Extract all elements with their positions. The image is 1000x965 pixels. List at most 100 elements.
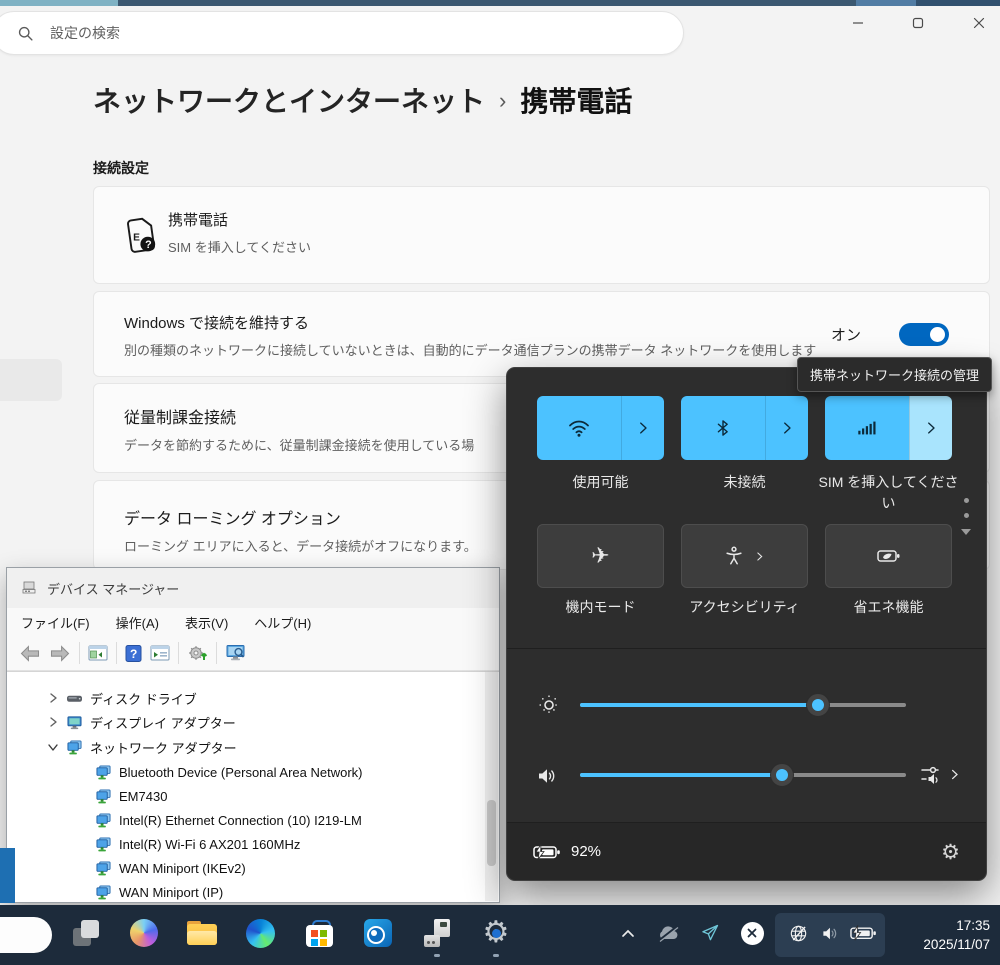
menu-help[interactable]: ヘルプ(H) bbox=[254, 613, 311, 632]
tree-label[interactable]: ディスプレイ アダプター bbox=[90, 713, 236, 732]
tree-label[interactable]: Bluetooth Device (Personal Area Network) bbox=[119, 765, 363, 780]
search-icon bbox=[17, 25, 34, 42]
breadcrumb-parent[interactable]: ネットワークとインターネット bbox=[93, 80, 485, 120]
settings-search-box[interactable] bbox=[0, 11, 684, 55]
audio-output-icon[interactable] bbox=[919, 763, 943, 787]
location-share-icon[interactable] bbox=[692, 915, 728, 951]
edge-icon[interactable] bbox=[242, 915, 278, 951]
tree-label[interactable]: Intel(R) Wi-Fi 6 AX201 160MHz bbox=[119, 837, 300, 852]
keep-connected-toggle[interactable] bbox=[899, 323, 949, 346]
tree-label[interactable]: Intel(R) Ethernet Connection (10) I219-L… bbox=[119, 813, 362, 828]
tree-row[interactable]: Intel(R) Ethernet Connection (10) I219-L… bbox=[95, 808, 362, 832]
cellular-icon bbox=[856, 417, 878, 439]
energy-tile-label: 省エネ機能 bbox=[817, 597, 960, 618]
wifi-expand-button[interactable] bbox=[621, 396, 664, 460]
page-title: 携帯電話 bbox=[520, 80, 632, 120]
network-adapter-icon bbox=[95, 789, 112, 804]
cellular-expand-button[interactable] bbox=[909, 396, 952, 460]
menu-view[interactable]: 表示(V) bbox=[185, 613, 228, 632]
card-cellular-title: 携帯電話 bbox=[168, 209, 311, 230]
device-manager-titlebar[interactable]: デバイス マネージャー bbox=[7, 568, 499, 608]
airplane-mode-tile[interactable]: ✈ bbox=[537, 524, 664, 588]
tree-row[interactable]: WAN Miniport (IKEv2) bbox=[95, 856, 246, 880]
scrollbar-thumb[interactable] bbox=[487, 800, 496, 866]
taskbar-clock[interactable]: 17:35 2025/11/07 bbox=[923, 916, 990, 954]
background-window-edge-teal bbox=[0, 0, 118, 6]
volume-thumb[interactable] bbox=[771, 764, 793, 786]
tree-label[interactable]: WAN Miniport (IKEv2) bbox=[119, 861, 246, 876]
minimize-button[interactable] bbox=[836, 8, 880, 38]
tree-row[interactable]: ディスプレイ アダプター bbox=[47, 710, 236, 734]
expand-icon[interactable] bbox=[47, 716, 59, 728]
divider bbox=[507, 648, 986, 649]
search-input[interactable] bbox=[48, 24, 572, 42]
accessibility-tile[interactable] bbox=[681, 524, 808, 588]
wifi-toggle[interactable] bbox=[537, 396, 621, 460]
airplane-tile-label: 機内モード bbox=[529, 597, 672, 618]
chevron-right-icon bbox=[753, 550, 766, 563]
tree-label[interactable]: EM7430 bbox=[119, 789, 167, 804]
scan-hardware-button[interactable] bbox=[225, 644, 247, 662]
back-button[interactable] bbox=[19, 645, 41, 662]
device-manager-taskbar-icon[interactable] bbox=[420, 915, 456, 951]
collapse-icon[interactable] bbox=[47, 741, 59, 753]
svg-text:E: E bbox=[133, 233, 140, 244]
tree-label[interactable]: ディスク ドライブ bbox=[90, 689, 197, 708]
scrollbar[interactable] bbox=[485, 672, 498, 901]
bluetooth-icon bbox=[713, 418, 733, 438]
brightness-thumb[interactable] bbox=[807, 694, 829, 716]
menu-action[interactable]: 操作(A) bbox=[116, 613, 159, 632]
bluetooth-expand-button[interactable] bbox=[765, 396, 808, 460]
menu-file[interactable]: ファイル(F) bbox=[21, 613, 90, 632]
background-window-edge-dark2 bbox=[916, 0, 1000, 6]
brightness-slider[interactable] bbox=[580, 703, 906, 707]
start-search-pill[interactable] bbox=[0, 917, 52, 953]
copilot-icon[interactable] bbox=[126, 915, 162, 951]
expand-panel-chevron-icon[interactable] bbox=[960, 528, 972, 536]
maximize-button[interactable] bbox=[896, 8, 940, 38]
tree-label[interactable]: WAN Miniport (IP) bbox=[119, 885, 223, 900]
wifi-tile-label: 使用可能 bbox=[529, 472, 672, 493]
tray-battery-icon bbox=[845, 915, 881, 951]
outlook-icon[interactable] bbox=[360, 915, 396, 951]
task-view-button[interactable] bbox=[68, 915, 104, 951]
card-cellular[interactable]: E ? 携帯電話 SIM を挿入してください bbox=[93, 186, 990, 284]
tree-row[interactable]: ネットワーク アダプター bbox=[47, 735, 237, 759]
quick-settings-footer: 92% ⚙ bbox=[507, 822, 986, 880]
tree-row[interactable]: Intel(R) Wi-Fi 6 AX201 160MHz bbox=[95, 832, 300, 856]
settings-gear-icon[interactable]: ⚙ bbox=[941, 840, 960, 864]
clock-date: 2025/11/07 bbox=[923, 935, 990, 954]
settings-taskbar-icon[interactable]: ⚙ bbox=[478, 915, 514, 951]
volume-slider[interactable] bbox=[580, 773, 906, 777]
energy-saver-icon bbox=[876, 546, 902, 566]
volume-row bbox=[507, 755, 986, 795]
update-driver-button[interactable] bbox=[187, 644, 208, 662]
expand-icon[interactable] bbox=[47, 692, 59, 704]
show-console-tree-button[interactable] bbox=[88, 645, 108, 662]
background-window-edge-blue bbox=[856, 0, 916, 6]
tree-row[interactable]: ディスク ドライブ bbox=[47, 686, 197, 710]
card-keep-connected-title: Windows で接続を維持する bbox=[124, 312, 816, 333]
energy-saver-tile[interactable] bbox=[825, 524, 952, 588]
tree-row[interactable]: WAN Miniport (IP) bbox=[95, 880, 223, 902]
help-button[interactable]: ? bbox=[125, 645, 142, 662]
status-x-icon[interactable] bbox=[734, 915, 770, 951]
tree-label[interactable]: ネットワーク アダプター bbox=[90, 738, 237, 757]
action-pane-button[interactable] bbox=[150, 645, 170, 662]
chevron-right-icon[interactable] bbox=[947, 767, 962, 782]
clock-time: 17:35 bbox=[923, 916, 990, 935]
microsoft-store-icon[interactable] bbox=[301, 915, 337, 951]
tree-row[interactable]: EM7430 bbox=[95, 784, 167, 808]
file-explorer-icon[interactable] bbox=[184, 915, 220, 951]
volume-fill bbox=[580, 773, 782, 777]
card-roaming-subtitle: ローミング エリアに入ると、データ接続がオフになります。 bbox=[124, 536, 477, 555]
tree-row[interactable]: Bluetooth Device (Personal Area Network) bbox=[95, 760, 363, 784]
card-roaming-title: データ ローミング オプション bbox=[124, 505, 477, 529]
device-manager-icon bbox=[21, 580, 37, 596]
bluetooth-toggle[interactable] bbox=[681, 396, 765, 460]
close-button[interactable] bbox=[957, 8, 1000, 38]
cellular-toggle[interactable] bbox=[825, 396, 909, 460]
onedrive-paused-icon[interactable] bbox=[650, 915, 686, 951]
tray-show-hidden-icons-button[interactable] bbox=[614, 915, 642, 951]
forward-button[interactable] bbox=[49, 645, 71, 662]
